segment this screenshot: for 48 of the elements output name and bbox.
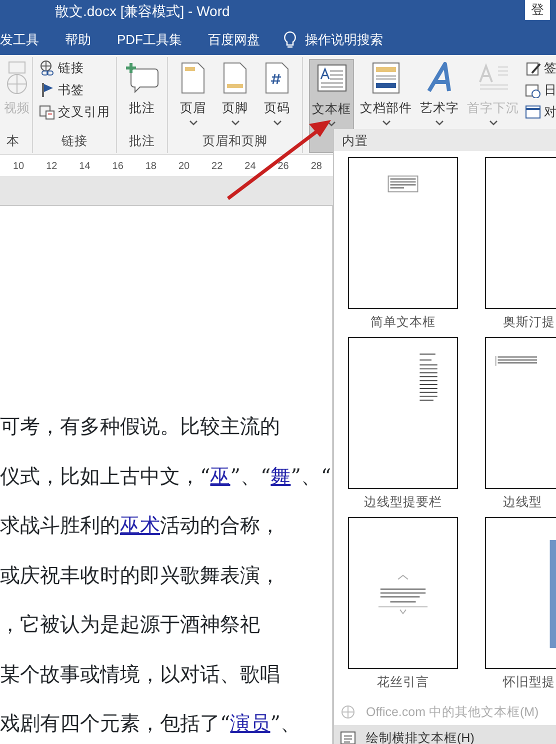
group-label: 链接 [60, 133, 88, 150]
search-field[interactable]: 操作说明搜索 [305, 30, 396, 50]
ruler-number: 18 [144, 160, 158, 174]
paragraph-text: 某个故事或情境，以对话、歌唱 [0, 660, 281, 688]
window-title: 散文.docx [兼容模式] - Word [55, 2, 230, 21]
ruler-number: 26 [276, 160, 290, 174]
paragraph-text: 求战斗胜利的巫术活动的合称， [0, 512, 281, 539]
paragraph-text: 或庆祝丰收时的即兴歌舞表演， [0, 562, 281, 588]
hyperlink[interactable]: 巫 [210, 464, 230, 488]
thumbnail-label: 奥斯汀提 [502, 314, 555, 331]
ribbon-button[interactable]: 页码 [258, 59, 296, 132]
menu-tab[interactable]: 发工具 [0, 30, 52, 50]
ribbon-button[interactable]: 日 [525, 80, 556, 100]
thumbnail-label: 边线型提要栏 [364, 494, 442, 511]
group-label: 页眉和页脚 [202, 133, 268, 150]
menu-tab[interactable]: PDF工具集 [104, 30, 195, 50]
thumbnail-label: 花丝引言 [377, 674, 429, 691]
ruler-number: 24 [244, 160, 257, 174]
group-label: 批注 [128, 133, 156, 150]
ruler-number: 14 [78, 160, 92, 174]
ruler-number: 28 [310, 160, 323, 174]
ribbon-button[interactable]: 批注 [123, 59, 161, 132]
ribbon-button[interactable]: 页脚 [216, 59, 254, 132]
login-button[interactable]: 登 [525, 0, 550, 20]
ruler-number: 10 [12, 160, 26, 174]
ruler-number: 22 [210, 160, 224, 174]
paragraph-text: 仪式，比如上古中文，“巫”、“舞”、“ [0, 462, 332, 490]
ruler-number: 12 [45, 160, 58, 174]
hyperlink[interactable]: 舞 [270, 464, 291, 488]
menu-item[interactable]: 绘制横排文本框(H) [334, 725, 556, 744]
section-header: 内置 [334, 129, 556, 151]
group-label: 本 [6, 133, 20, 150]
paragraph-text: 可考，有多种假说。比较主流的 [0, 413, 281, 440]
menu-tab[interactable]: 百度网盘 [195, 30, 273, 50]
paragraph-text: 戏剧有四个元素，包括了“演员”、 [0, 710, 302, 737]
paragraph-text: ，它被认为是起源于酒神祭祀 [0, 611, 261, 638]
thumbnail-label: 简单文本框 [370, 314, 436, 331]
ribbon-button[interactable]: 交叉引用 [39, 102, 110, 122]
ribbon-button[interactable]: 书签 [39, 80, 110, 100]
ruler-number: 16 [111, 160, 124, 174]
ribbon-button[interactable]: 页眉 [174, 59, 212, 132]
thumbnail-label: 怀旧型提 [502, 674, 555, 691]
ruler-number: 20 [177, 160, 191, 174]
ribbon-button[interactable]: 链接 [39, 59, 110, 78]
thumbnail-label: 边线型 [502, 494, 542, 511]
menu-tab[interactable]: 帮助 [52, 30, 104, 50]
hyperlink[interactable]: 巫术 [120, 513, 160, 537]
hyperlink[interactable]: 演员 [230, 711, 270, 735]
